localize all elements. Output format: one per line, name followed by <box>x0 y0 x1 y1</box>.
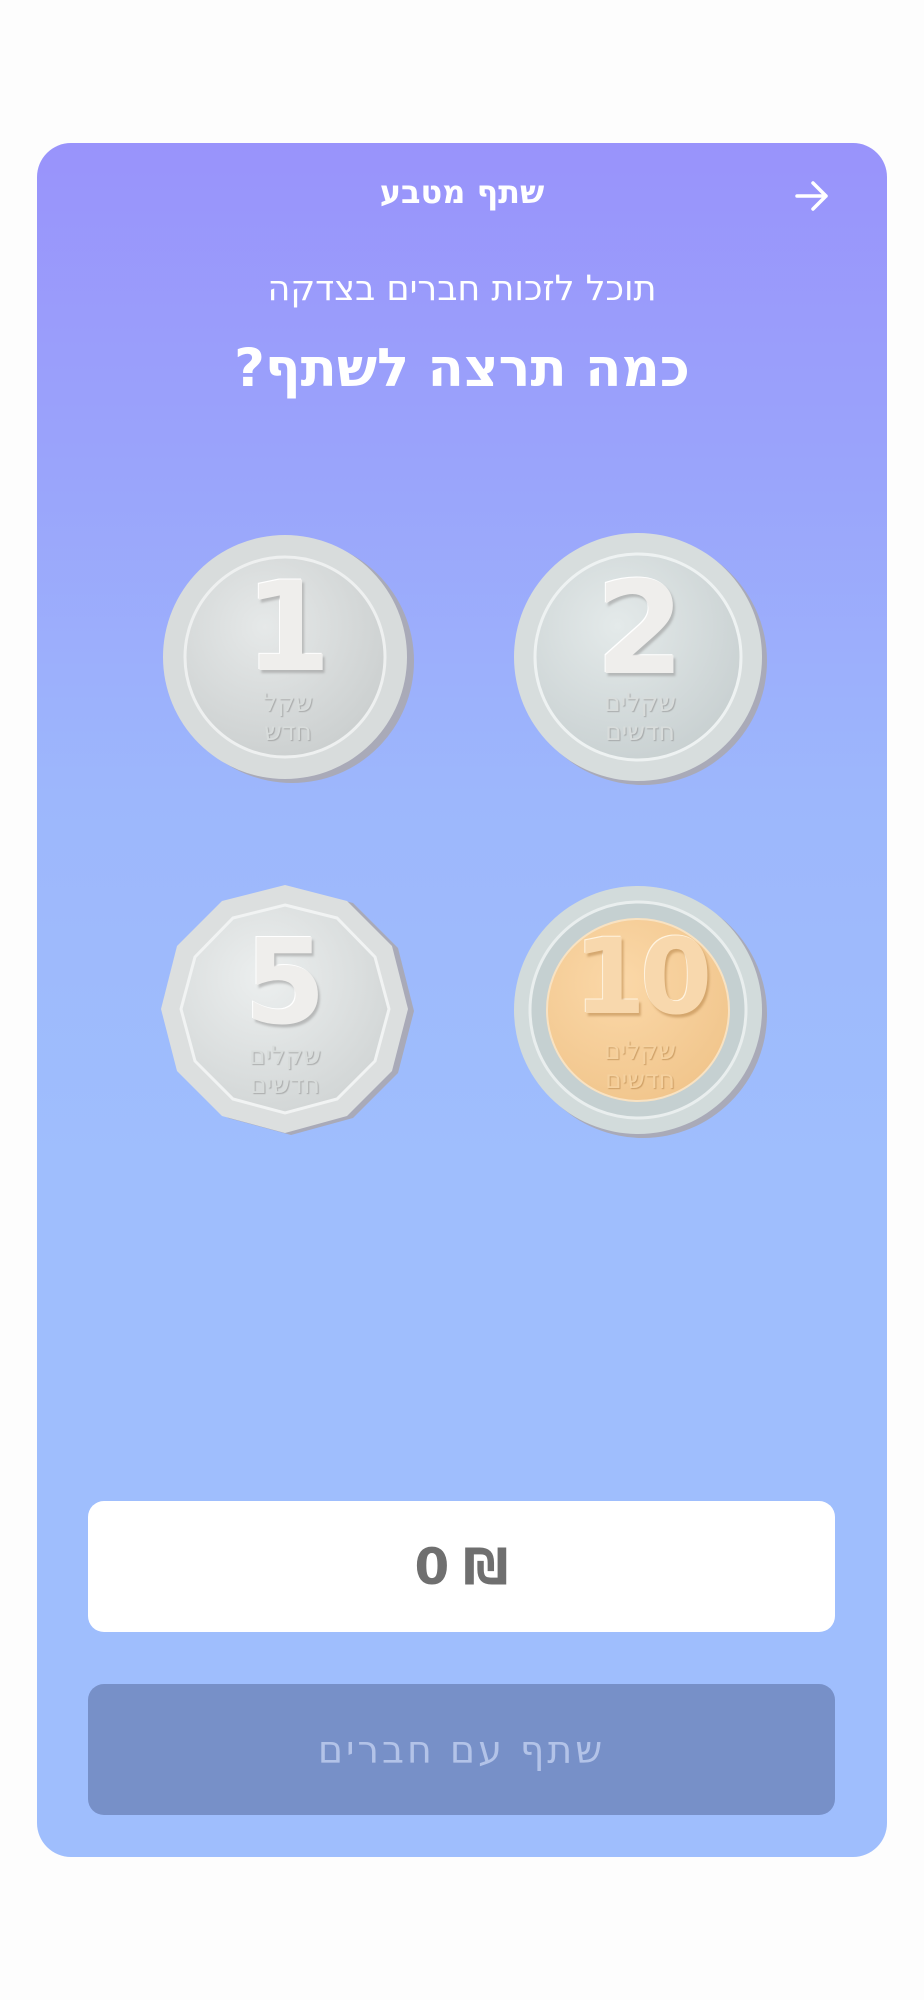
arrow-right-icon <box>794 180 830 216</box>
coin-5-label-2: חדשים <box>250 1070 320 1099</box>
coin-5-value: 5 <box>243 913 327 1051</box>
share-with-friends-button[interactable]: שתף עם חברים <box>88 1684 835 1815</box>
amount-display: 0 ₪ <box>88 1501 835 1632</box>
coin-2-value: 2 <box>595 555 685 704</box>
coin-1-label-1: שקל <box>263 688 313 717</box>
coin-5-shekels[interactable]: 5 שקלים חדשים <box>154 881 416 1143</box>
coin-1-shekel[interactable]: 1 שקל חדש <box>157 528 419 790</box>
coin-2-label-2: חדשים <box>605 717 675 746</box>
coin-1-label-2: חדש <box>264 717 312 746</box>
subtitle: תוכל לזכות חברים בצדקה <box>267 269 657 309</box>
amount-value: 0 <box>414 1537 450 1596</box>
coin-2-label-1: שקלים <box>604 688 676 717</box>
shekel-sign: ₪ <box>463 1537 509 1596</box>
coin-10-value: 10 <box>573 916 713 1038</box>
coin-10-label-1: שקלים <box>604 1036 676 1065</box>
back-button[interactable] <box>787 173 837 223</box>
coin-10-label-2: חדשים <box>605 1065 675 1094</box>
coin-1-value: 1 <box>244 556 332 700</box>
question-heading: כמה תרצה לשתף? <box>234 338 690 399</box>
coin-2-shekels[interactable]: 2 שקלים חדשים <box>509 528 771 790</box>
share-coin-card: שתף מטבע תוכל לזכות חברים בצדקה כמה תרצה… <box>37 143 887 1857</box>
coin-10-shekels[interactable]: 10 שקלים חדשים <box>509 881 771 1143</box>
page-title: שתף מטבע <box>379 173 545 211</box>
coin-5-label-1: שקלים <box>249 1041 321 1070</box>
